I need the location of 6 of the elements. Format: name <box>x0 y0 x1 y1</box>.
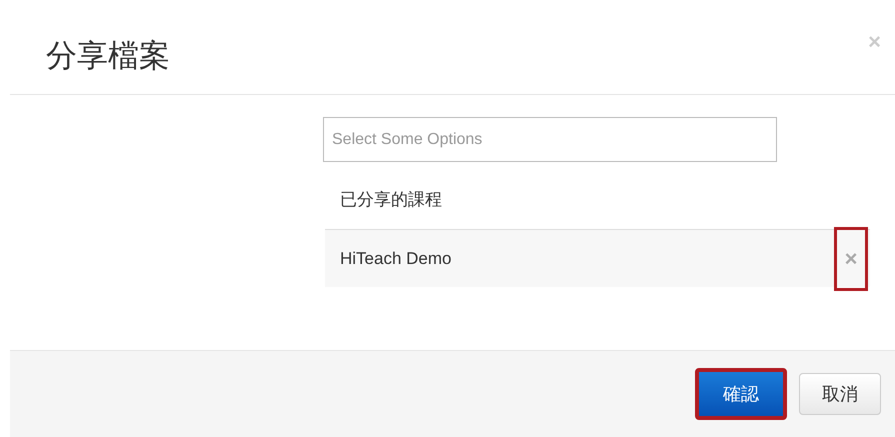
confirm-button[interactable]: 確認 <box>695 368 787 420</box>
dialog-title: 分享檔案 <box>46 37 170 75</box>
select-field[interactable]: Select Some Options <box>323 117 777 162</box>
cancel-button[interactable]: 取消 <box>799 373 881 415</box>
course-name: HiTeach Demo <box>339 248 452 268</box>
section-heading: 已分享的課程 <box>339 189 443 211</box>
